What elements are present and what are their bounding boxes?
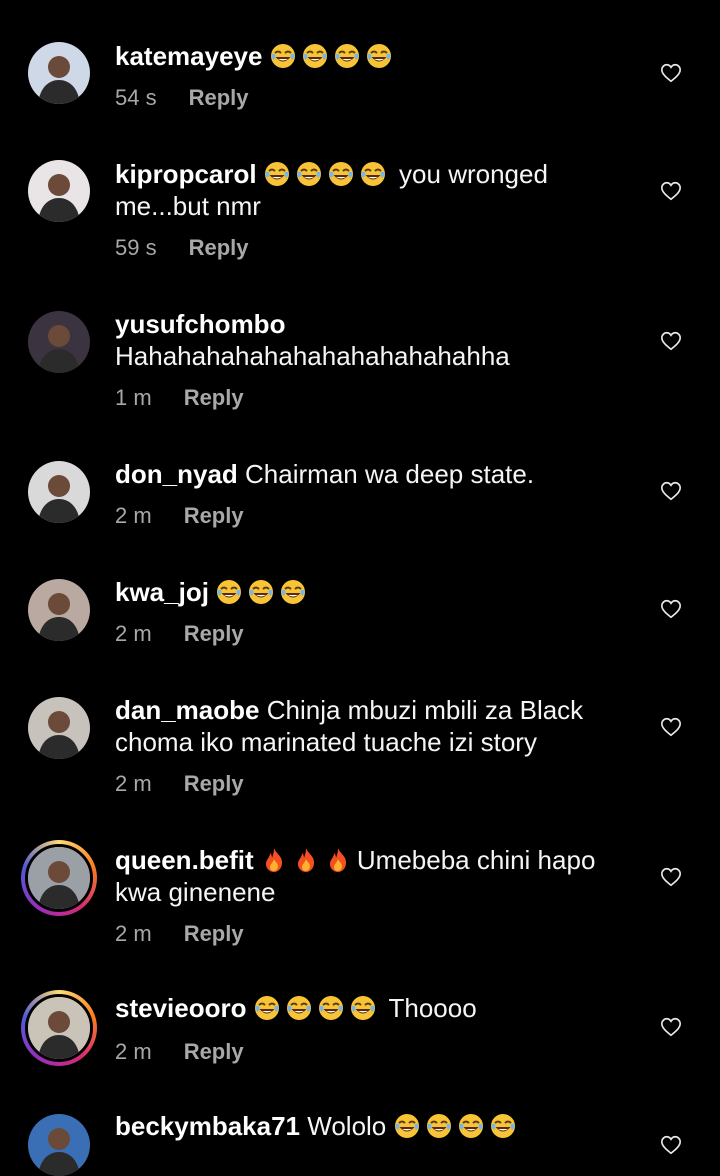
comment-body: Thoooo: [381, 993, 477, 1023]
comment-meta: 54 s Reply: [115, 84, 249, 112]
face-with-tears-of-joy-icon: [216, 579, 242, 605]
username-link[interactable]: don_nyad: [115, 459, 238, 489]
username-link[interactable]: katemayeye: [115, 41, 262, 71]
comment-text: kipropcarol you wronged me...but nmr: [115, 158, 625, 222]
face-with-tears-of-joy-icon: [350, 995, 376, 1021]
comment-text: katemayeye: [115, 40, 625, 72]
like-heart-icon[interactable]: [660, 716, 682, 738]
avatar[interactable]: [21, 840, 97, 916]
username-link[interactable]: dan_maobe: [115, 695, 260, 725]
like-heart-icon[interactable]: [660, 1016, 682, 1038]
username-link[interactable]: queen.befit: [115, 845, 254, 875]
comment-meta: 2 m Reply: [115, 1038, 244, 1066]
timestamp: 2 m: [115, 771, 152, 796]
reply-button[interactable]: Reply: [184, 771, 244, 796]
face-with-tears-of-joy-icon: [270, 43, 296, 69]
comment-meta: 1 m Reply: [115, 384, 244, 412]
face-with-tears-of-joy-icon: [490, 1113, 516, 1139]
avatar[interactable]: [28, 42, 90, 104]
comment-meta: 2 m Reply: [115, 920, 244, 948]
username-link[interactable]: kipropcarol: [115, 159, 257, 189]
username-link[interactable]: beckymbaka71: [115, 1111, 300, 1141]
comment-text: queen.befit Umebeba chini hapo kwa ginen…: [115, 844, 625, 908]
avatar[interactable]: [28, 461, 90, 523]
face-with-tears-of-joy-icon: [296, 161, 322, 187]
fire-icon: [325, 847, 351, 873]
face-with-tears-of-joy-icon: [334, 43, 360, 69]
face-with-tears-of-joy-icon: [248, 579, 274, 605]
comment-text: stevieooro Thoooo: [115, 992, 625, 1024]
timestamp: 2 m: [115, 921, 152, 946]
reply-button[interactable]: Reply: [184, 921, 244, 946]
timestamp: 2 m: [115, 621, 152, 646]
like-heart-icon[interactable]: [660, 180, 682, 202]
comment-meta: 2 m Reply: [115, 502, 244, 530]
timestamp: 2 m: [115, 503, 152, 528]
face-with-tears-of-joy-icon: [264, 161, 290, 187]
timestamp: 2 m: [115, 1039, 152, 1064]
timestamp: 59 s: [115, 235, 157, 260]
comment-text: dan_maobe Chinja mbuzi mbili za Black ch…: [115, 694, 625, 758]
like-heart-icon[interactable]: [660, 62, 682, 84]
reply-button[interactable]: Reply: [184, 385, 244, 410]
comment-meta: 2 m Reply: [115, 770, 244, 798]
comment-text: kwa_joj: [115, 576, 625, 608]
face-with-tears-of-joy-icon: [366, 43, 392, 69]
username-link[interactable]: stevieooro: [115, 993, 247, 1023]
comment-meta: 59 s Reply: [115, 234, 249, 262]
face-with-tears-of-joy-icon: [302, 43, 328, 69]
comment-meta: 2 m Reply: [115, 620, 244, 648]
fire-icon: [261, 847, 287, 873]
comment-text: beckymbaka71 Wololo: [115, 1110, 625, 1142]
reply-button[interactable]: Reply: [184, 621, 244, 646]
avatar[interactable]: [28, 1114, 90, 1176]
face-with-tears-of-joy-icon: [426, 1113, 452, 1139]
face-with-tears-of-joy-icon: [280, 579, 306, 605]
face-with-tears-of-joy-icon: [286, 995, 312, 1021]
username-link[interactable]: kwa_joj: [115, 577, 209, 607]
like-heart-icon[interactable]: [660, 866, 682, 888]
reply-button[interactable]: Reply: [184, 503, 244, 528]
face-with-tears-of-joy-icon: [458, 1113, 484, 1139]
like-heart-icon[interactable]: [660, 1134, 682, 1156]
avatar[interactable]: [28, 697, 90, 759]
reply-button[interactable]: Reply: [189, 235, 249, 260]
comment-body: Wololo: [307, 1111, 394, 1141]
face-with-tears-of-joy-icon: [318, 995, 344, 1021]
avatar[interactable]: [21, 990, 97, 1066]
face-with-tears-of-joy-icon: [360, 161, 386, 187]
avatar[interactable]: [28, 311, 90, 373]
like-heart-icon[interactable]: [660, 330, 682, 352]
reply-button[interactable]: Reply: [184, 1039, 244, 1064]
comment-body: Chairman wa deep state.: [245, 459, 535, 489]
face-with-tears-of-joy-icon: [328, 161, 354, 187]
face-with-tears-of-joy-icon: [254, 995, 280, 1021]
comment-body: Hahahahahahahahahahahahahha: [115, 341, 510, 371]
like-heart-icon[interactable]: [660, 598, 682, 620]
comment-text: don_nyad Chairman wa deep state.: [115, 458, 625, 490]
like-heart-icon[interactable]: [660, 480, 682, 502]
timestamp: 54 s: [115, 85, 157, 110]
timestamp: 1 m: [115, 385, 152, 410]
username-link[interactable]: yusufchombo: [115, 309, 285, 339]
comment-text: yusufchombo Hahahahahahahahahahahahahha: [115, 308, 625, 372]
avatar[interactable]: [28, 160, 90, 222]
reply-button[interactable]: Reply: [189, 85, 249, 110]
avatar[interactable]: [28, 579, 90, 641]
fire-icon: [293, 847, 319, 873]
face-with-tears-of-joy-icon: [394, 1113, 420, 1139]
